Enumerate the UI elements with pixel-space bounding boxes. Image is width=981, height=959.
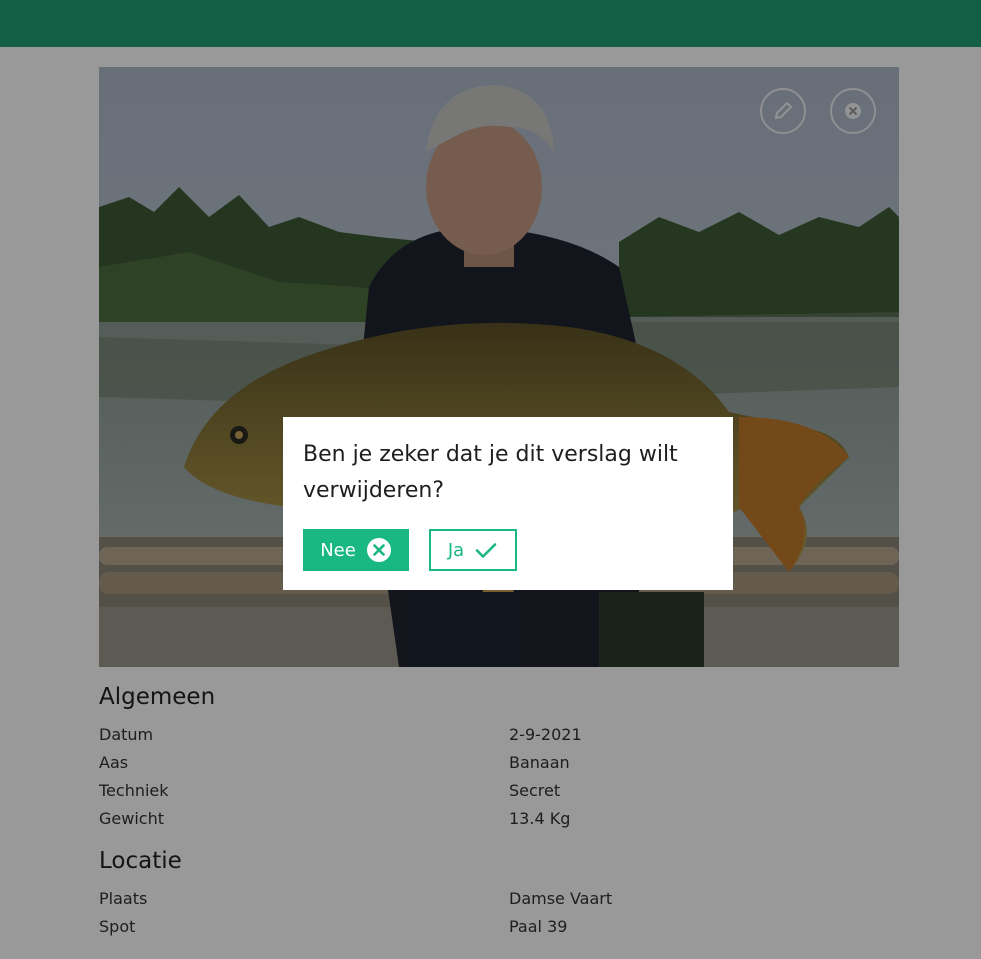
yes-button-label: Ja — [447, 539, 465, 561]
confirm-delete-dialog: Ben je zeker dat je dit verslag wilt ver… — [283, 417, 733, 590]
check-icon — [474, 538, 498, 562]
yes-button[interactable]: Ja — [429, 529, 517, 571]
no-button-label: Nee — [320, 539, 356, 561]
close-circle-icon — [366, 537, 392, 563]
no-button[interactable]: Nee — [303, 529, 409, 571]
dialog-message: Ben je zeker dat je dit verslag wilt ver… — [303, 442, 678, 503]
